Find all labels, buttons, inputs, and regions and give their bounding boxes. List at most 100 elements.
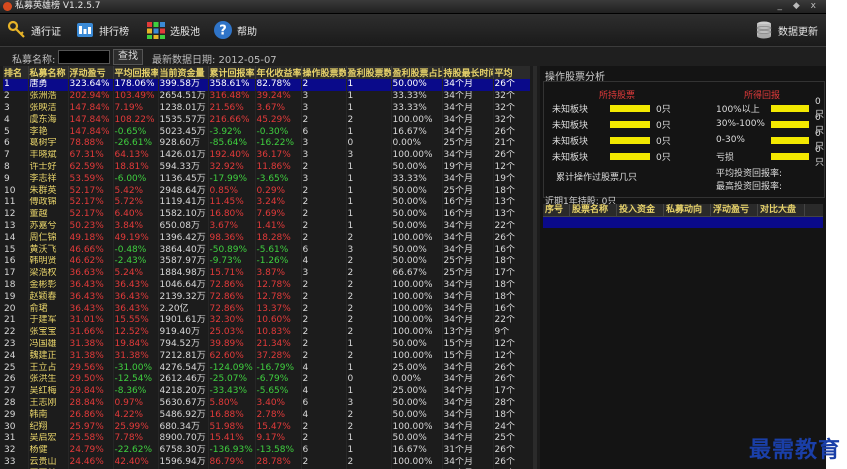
column-header[interactable]: 排名 [3, 66, 29, 79]
table-row[interactable]: 1 唐勇 323.64% 178.06% 399.58万 358.61% 82.78% 2 1 5… [3, 79, 530, 91]
table-row[interactable]: 32 杨健 24.79% -22.62% 6758.30万 -136.93% -13.58%… [3, 444, 530, 457]
table-row[interactable]: 7 丰晓斌 67.31% 64.13% 1426.01万 192.40% 36.17% 3 3 1… [3, 149, 530, 162]
table-row[interactable]: 3 张映洁 147.84% 7.19% 1238.01万 21.56% 3.67% 3 1 33.… [3, 102, 530, 115]
column-header[interactable]: 年化收益率 [255, 66, 302, 79]
table-row[interactable]: 26 张洪生 29.50% -12.54% 2612.46万 -25.07% -6.79% 2… [3, 373, 530, 386]
table-cell: 3 [301, 102, 347, 115]
table-cell: 3 [301, 173, 347, 186]
column-header[interactable]: 盈利股票占比 [391, 66, 443, 79]
window-controls[interactable]: _ ◆ x [778, 0, 820, 13]
column-header[interactable]: 盈利股票数 [346, 66, 392, 79]
table-cell: 吴红梅 [28, 385, 69, 398]
column-header[interactable]: 当前资金量 [158, 66, 209, 79]
table-cell: 2 [301, 114, 347, 127]
table-row[interactable]: 17 梁浩权 36.63% 5.24% 1884.98万 15.71% 3.87% 3 2 66.… [3, 267, 530, 280]
table-cell: 36.43% [68, 303, 114, 315]
table-row[interactable]: 25 王立占 29.56% -31.00% 4276.54万 -124.09% -16.79… [3, 362, 530, 374]
hold-bar [610, 120, 650, 128]
table-cell: 100.00% [391, 326, 443, 339]
table-cell: -3.92% [208, 126, 256, 138]
table-cell: 50.00% [391, 409, 443, 422]
table-row[interactable]: 23 冯国雄 31.38% 19.84% 794.52万 39.89% 21.34% 2 1 50… [3, 338, 530, 351]
table-row[interactable]: 19 赵颖春 36.43% 36.43% 2139.32万 72.86% 12.78% 2 2 1… [3, 291, 530, 304]
table-cell: 34个月 [442, 126, 494, 138]
help-button[interactable]: ? 帮助 [212, 18, 257, 42]
column-header[interactable]: 平均回报率 [113, 66, 159, 79]
column-header[interactable]: 操作股票数 [301, 66, 347, 79]
table-row[interactable]: 10 朱群英 52.17% 5.42% 2948.64万 0.85% 0.29% 2 1 50.0… [3, 185, 530, 197]
column-header[interactable]: 浮动盈亏 [68, 66, 114, 79]
col-fund-direction[interactable]: 私募动向 [664, 204, 711, 216]
table-cell: 7.19% [113, 102, 159, 115]
table-cell: 928.60万 [158, 137, 209, 150]
table-row[interactable]: 14 周仁锦 49.18% 49.19% 1396.42万 98.36% 18.28% 2 2 1… [3, 232, 530, 245]
table-cell: 64.13% [113, 149, 159, 162]
table-row[interactable]: 11 傅政锦 52.17% 5.72% 1119.41万 11.45% 3.24% 2 1 50.… [3, 196, 530, 209]
table-cell: 2 [301, 373, 347, 386]
table-row[interactable]: 4 虞东海 147.84% 108.22% 1535.57万 216.66% 45.29% 2… [3, 114, 530, 127]
table-cell: 26.86% [68, 409, 114, 422]
table-cell: 2 [301, 432, 347, 445]
table-cell: 3.84% [113, 220, 159, 233]
table-row[interactable]: 29 韩南 26.86% 4.22% 5486.92万 16.88% 2.78% 4 2 50.0… [3, 409, 530, 422]
table-cell: 1535.57万 [158, 114, 209, 127]
table-cell: 7.69% [255, 208, 302, 221]
table-cell: 1396.42万 [158, 232, 209, 245]
col-investment[interactable]: 投入资金 [617, 204, 664, 216]
table-row[interactable]: 20 俞珺 36.43% 36.43% 2.20亿 72.86% 13.37% 2 2 100.0… [3, 303, 530, 315]
hold-row-label: 未知板块 [552, 120, 589, 131]
table-cell: 13个 [493, 208, 530, 221]
table-cell: 62.59% [68, 161, 114, 174]
table-cell: 52.17% [68, 208, 114, 221]
table-cell: 10 [3, 185, 29, 197]
table-row[interactable]: 15 黄沃飞 46.66% -0.48% 3864.40万 -50.89% -5.61% 6 3… [3, 244, 530, 256]
table-row[interactable]: 18 金彬彰 36.43% 36.43% 1046.64万 72.86% 12.78% 2 2 1… [3, 279, 530, 292]
col-index[interactable]: 序号 [543, 204, 570, 216]
table-cell: 25个 [493, 432, 530, 445]
table-row[interactable]: 21 于建军 31.01% 15.55% 1901.61万 32.30% 10.60% 2 2 1… [3, 314, 530, 327]
pass-button[interactable]: 通行证 [6, 18, 61, 42]
table-cell: 52.17% [68, 196, 114, 209]
return-bar [771, 104, 810, 112]
column-header[interactable]: 累计回报率 [208, 66, 256, 79]
table-row[interactable]: 31 吴启宏 25.58% 7.78% 8900.70万 15.41% 9.17% 2 1 50.… [3, 432, 530, 445]
table-cell: 147.84% [68, 114, 114, 127]
table-row[interactable]: 33 云贵山 24.46% 42.40% 1596.94万 86.79% 28.78% 2 2 1… [3, 456, 530, 469]
private-fund-name-input[interactable] [58, 50, 110, 64]
table-cell: 13 [3, 220, 29, 233]
table-row[interactable]: 16 韩明贤 46.62% -2.43% 3587.97万 -9.73% -1.26% 4 2 5… [3, 255, 530, 268]
table-row[interactable]: 12 董越 52.17% 6.40% 1582.10万 16.80% 7.69% 2 1 50.0… [3, 208, 530, 221]
table-row[interactable]: 8 许士好 62.59% 18.81% 594.33万 32.92% 11.86% 2 1 50.… [3, 161, 530, 174]
table-row[interactable]: 5 李艳 147.84% -0.65% 5023.45万 -3.92% -0.30% 6 1 16… [3, 126, 530, 138]
table-row[interactable]: 27 吴红梅 29.84% -8.36% 4218.20万 -33.43% -5.65% 4 1… [3, 385, 530, 398]
recent-table-row[interactable] [543, 217, 823, 228]
col-stock-name[interactable]: 股票名称 [570, 204, 617, 216]
table-cell: 3 [301, 267, 347, 280]
table-row[interactable]: 13 苏嘉兮 50.23% 3.84% 650.08万 3.67% 1.41% 2 1 50.00… [3, 220, 530, 233]
table-cell: 50.00% [391, 208, 443, 221]
column-header[interactable]: 平均 [493, 66, 530, 79]
table-cell: 28个 [493, 397, 530, 410]
table-cell: 8900.70万 [158, 432, 209, 445]
find-button[interactable]: 查找 [113, 49, 143, 65]
table-row[interactable]: 6 葛树宇 78.88% -26.61% 928.60万 -85.64% -16.22% 3 0… [3, 137, 530, 150]
table-cell: 26个 [493, 126, 530, 138]
table-row[interactable]: 9 李志祥 53.59% -6.00% 1136.45万 -17.99% -3.65% 3 1 3… [3, 173, 530, 186]
table-row[interactable]: 30 纪翔 25.97% 25.99% 680.34万 51.98% 15.47% 2 2 100… [3, 421, 530, 433]
table-cell: 7.78% [113, 432, 159, 445]
column-header[interactable]: 私募名称 [28, 66, 69, 79]
table-cell: 2 [301, 338, 347, 351]
table-row[interactable]: 22 张宝宝 31.66% 12.52% 919.40万 25.03% 10.83% 2 2 10… [3, 326, 530, 339]
table-row[interactable]: 28 王志刚 28.84% 0.97% 5630.67万 5.80% 3.40% 6 3 50.0… [3, 397, 530, 410]
col-vs-market[interactable]: 对比大盘 [758, 204, 805, 216]
ranking-button[interactable]: 排行榜 [74, 18, 129, 42]
table-row[interactable]: 24 魏建正 31.38% 31.38% 7212.81万 62.60% 37.28% 2 2 1… [3, 350, 530, 363]
splitter[interactable] [533, 66, 537, 469]
data-update-button[interactable]: 数据更新 [753, 18, 818, 42]
stock-pool-button[interactable]: 选股池 [145, 18, 200, 42]
table-cell: 梁浩权 [28, 267, 69, 280]
column-header[interactable]: 持股最长时间 [442, 66, 494, 79]
col-floating-pl[interactable]: 浮动盈亏 [711, 204, 758, 216]
table-cell: 24.46% [68, 456, 114, 469]
table-row[interactable]: 2 张洲浩 202.94% 103.49% 2654.51万 316.48% 39.24% 3… [3, 90, 530, 103]
